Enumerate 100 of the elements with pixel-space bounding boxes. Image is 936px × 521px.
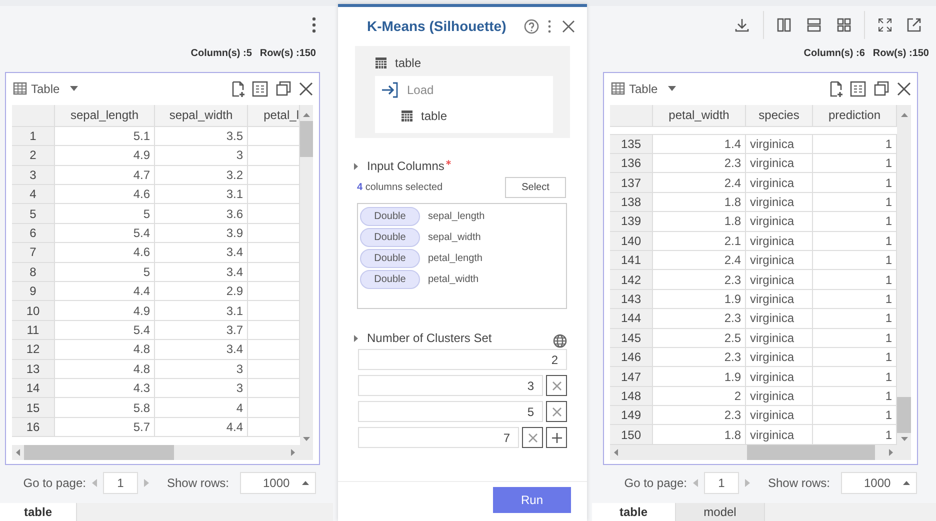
table-cell [248, 320, 300, 340]
table-cell: 3 [155, 360, 248, 379]
table-cell: 4.8 [55, 360, 155, 379]
table-cell: 3.4 [155, 243, 248, 263]
scrollbar-thumb[interactable] [747, 444, 875, 460]
table-cell: 3.4 [155, 262, 248, 282]
copy-icon[interactable] [276, 81, 291, 96]
number-input[interactable]: 3 [358, 375, 543, 396]
column-name: sepal_width [428, 230, 481, 244]
table-cell [248, 243, 300, 263]
help-icon[interactable] [524, 19, 539, 34]
scrollbar-thumb[interactable] [300, 120, 313, 157]
column-header[interactable]: species [746, 104, 813, 127]
more-options-icon[interactable] [312, 16, 316, 33]
rows-label: Show rows: [768, 474, 830, 492]
column-header[interactable]: sepal_length [55, 104, 155, 127]
view-selector[interactable]: Table [12, 80, 79, 98]
table-cell: 4.7 [55, 166, 155, 186]
row-count: Row(s) :150 [260, 47, 316, 62]
close-icon [552, 406, 562, 416]
scrollbar-thumb[interactable] [897, 396, 911, 433]
tree-node[interactable]: Load [375, 77, 553, 103]
tree-node[interactable]: table [355, 50, 553, 76]
type-tag: Double [360, 206, 420, 226]
globe-icon[interactable] [553, 334, 567, 348]
scroll-left-icon [16, 448, 20, 456]
close-icon[interactable] [299, 82, 313, 96]
grid-layout-icon[interactable] [837, 18, 851, 32]
row-number: 4 [12, 185, 55, 204]
add-button[interactable] [546, 427, 567, 448]
table-cell: virginica [746, 328, 813, 348]
remove-button[interactable] [546, 401, 567, 422]
row-number: 8 [12, 262, 55, 282]
column-settings-icon[interactable] [850, 80, 866, 97]
tab[interactable]: table [592, 502, 676, 521]
fullscreen-icon[interactable] [878, 18, 892, 32]
close-icon [528, 432, 538, 442]
close-icon[interactable] [897, 82, 911, 96]
remove-button[interactable] [522, 427, 543, 448]
new-file-icon[interactable] [230, 80, 246, 97]
more-options-icon[interactable] [548, 20, 551, 33]
new-file-icon[interactable] [828, 80, 844, 97]
scroll-right-icon [889, 448, 893, 456]
table-cell: 1.4 [653, 134, 746, 154]
table-cell: 1 [813, 212, 897, 232]
row-number: 147 [610, 367, 653, 387]
copy-icon[interactable] [874, 81, 889, 96]
split-vertical-icon[interactable] [777, 18, 791, 32]
column-header[interactable]: prediction [813, 104, 897, 127]
select-button[interactable]: Select [505, 176, 566, 198]
table-cell: 1.8 [653, 425, 746, 445]
table-cell: virginica [746, 212, 813, 232]
rows-per-page-dropdown[interactable]: 1000 [240, 472, 316, 494]
table-cell: 3.9 [155, 224, 248, 244]
row-number: 144 [610, 309, 653, 329]
rows-label: Show rows: [166, 474, 229, 492]
column-name: sepal_length [428, 210, 485, 224]
table-cell: 1 [813, 328, 897, 348]
table-cell [248, 126, 300, 146]
page-input[interactable]: 1 [102, 472, 138, 494]
table-cell: 4.9 [55, 146, 155, 166]
table-cell: 3.6 [155, 204, 248, 224]
page-input[interactable]: 1 [704, 472, 739, 494]
tab[interactable]: model [676, 502, 765, 521]
table-cell [248, 224, 300, 244]
expand-arrow-icon[interactable] [354, 162, 358, 170]
split-horizontal-icon[interactable] [807, 18, 821, 32]
type-tag: Double [360, 228, 420, 246]
table-cell: 1 [813, 173, 897, 193]
expand-arrow-icon[interactable] [354, 334, 358, 342]
view-selector[interactable]: Table [610, 80, 677, 98]
table-icon [401, 110, 413, 122]
row-count: Row(s) :150 [872, 47, 929, 62]
download-icon[interactable] [734, 16, 750, 33]
table-cell: 4 [155, 398, 248, 418]
rows-per-page-dropdown[interactable]: 1000 [841, 472, 917, 494]
column-header[interactable]: petal_width [653, 104, 746, 127]
table-cell: virginica [746, 367, 813, 387]
number-input[interactable]: 2 [358, 349, 567, 370]
run-button[interactable]: Run [493, 487, 571, 513]
table-cell: 1 [813, 134, 897, 154]
open-external-icon[interactable] [906, 16, 922, 33]
table-cell: virginica [746, 154, 813, 174]
table-cell: virginica [746, 348, 813, 368]
number-input[interactable]: 5 [358, 401, 543, 422]
column-settings-icon[interactable] [252, 80, 268, 97]
remove-button[interactable] [546, 375, 567, 396]
arrow-into-bracket-icon [381, 82, 399, 98]
number-input[interactable]: 7 [358, 427, 519, 448]
row-number: 140 [610, 232, 653, 251]
section-label: Number of Clusters Set [367, 330, 492, 347]
tab[interactable]: table [0, 502, 77, 521]
tree-node[interactable]: table [375, 103, 553, 129]
table-cell: 1 [813, 425, 897, 445]
type-tag: Double [360, 248, 420, 268]
scroll-down-icon [303, 436, 310, 441]
scrollbar-thumb[interactable] [24, 444, 174, 460]
column-header[interactable]: petal_l [248, 104, 300, 127]
column-header[interactable]: sepal_width [155, 104, 248, 127]
close-icon[interactable] [562, 20, 575, 33]
